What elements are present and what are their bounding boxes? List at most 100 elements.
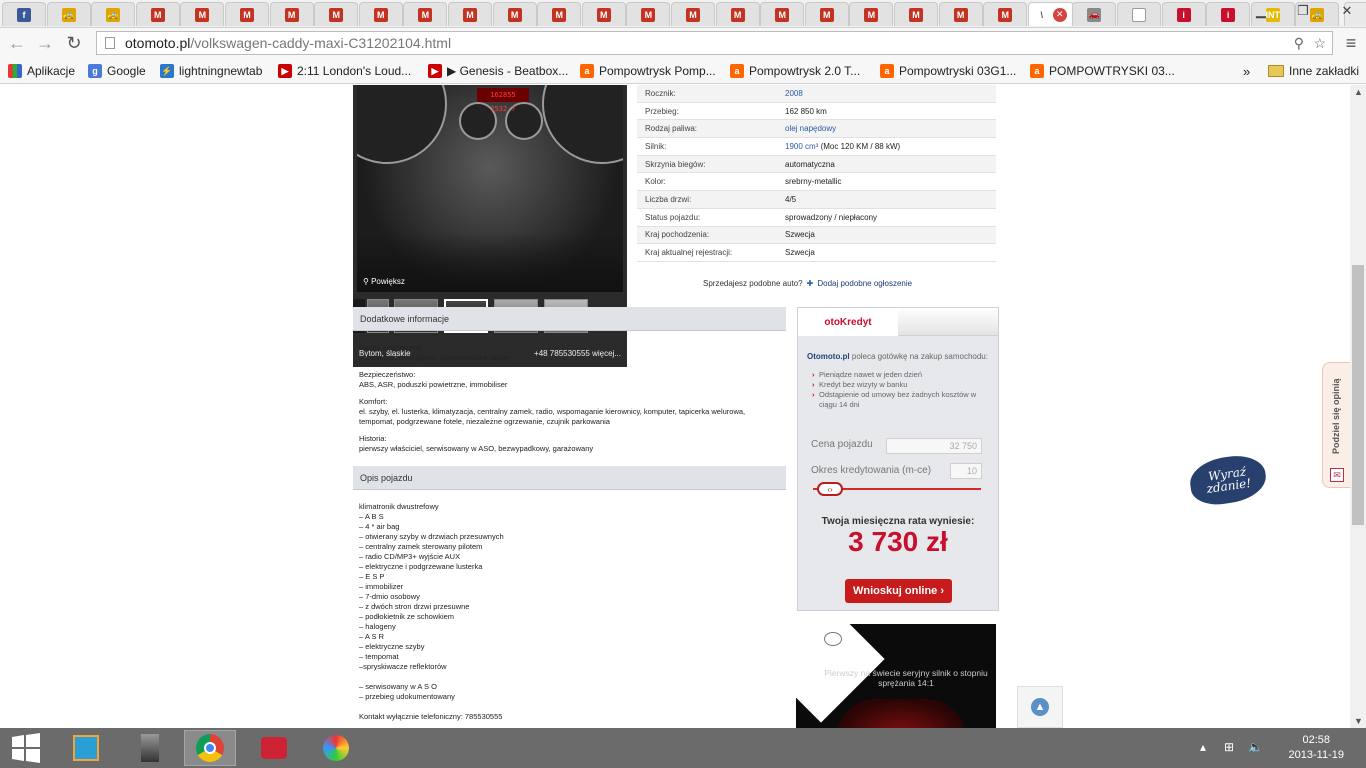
reload-icon[interactable]: ↻: [63, 33, 85, 53]
bookmark-item[interactable]: a Pompowtrysk Pomp...: [580, 62, 716, 80]
tab[interactable]: M: [581, 2, 626, 26]
param-label: Przebieg:: [645, 106, 679, 116]
bookmarks-more[interactable]: »: [1243, 62, 1250, 80]
credit-benefits: Pieniądze nawet w jeden dzień Kredyt bez…: [812, 370, 987, 410]
feedback-badge[interactable]: Wyraź zdanie!: [1187, 451, 1269, 509]
list-item: Odstąpienie od umowy bez żadnych kosztów…: [812, 390, 987, 410]
tab[interactable]: f: [2, 2, 46, 26]
bookmark-item[interactable]: a Pompowtryski 03G1...: [880, 62, 1016, 80]
windows-start-icon[interactable]: [0, 730, 52, 766]
bookmark-item[interactable]: g Google: [88, 62, 146, 80]
media-player-icon[interactable]: [60, 730, 112, 766]
tab[interactable]: M: [448, 2, 492, 26]
tab[interactable]: M: [715, 2, 760, 26]
ad-banner[interactable]: Pierwszy na świecie seryjny silnik o sto…: [796, 624, 996, 728]
menu-icon[interactable]: ≡: [1340, 33, 1362, 53]
period-input[interactable]: 10: [950, 463, 982, 479]
table-row: Kolor: srebrny-metallic: [637, 173, 996, 192]
tab[interactable]: M: [760, 2, 805, 26]
main-photo[interactable]: 162855 2532.7 ⚲ Powiększ: [357, 85, 623, 292]
tab[interactable]: 🚕: [46, 2, 91, 26]
tab[interactable]: M: [492, 2, 537, 26]
credit-tab[interactable]: otoKredyt: [798, 308, 898, 336]
address-bar[interactable]: otomoto.pl/volkswagen-caddy-maxi-C312021…: [96, 31, 1333, 55]
remote-app-icon[interactable]: [248, 730, 300, 766]
network-icon[interactable]: ⊞: [1224, 740, 1234, 754]
brand-logo: [824, 632, 842, 646]
tab[interactable]: M: [849, 2, 894, 26]
search-icon[interactable]: ⚲: [1294, 35, 1304, 52]
tab[interactable]: M: [225, 2, 269, 26]
tab[interactable]: M: [626, 2, 671, 26]
tab[interactable]: M: [358, 2, 403, 26]
tab[interactable]: 🚕: [91, 2, 136, 26]
gmail-icon: M: [775, 7, 790, 22]
arrow-up-icon: ▲: [1031, 698, 1049, 716]
param-label: Kraj pochodzenia:: [645, 230, 710, 240]
close-window-button[interactable]: ✕: [1328, 0, 1366, 22]
param-value[interactable]: 2008: [785, 89, 803, 98]
param-label: Kolor:: [645, 177, 666, 187]
scroll-up-icon[interactable]: ▲: [1354, 87, 1363, 97]
bookmark-item[interactable]: ⚡ lightningnewtab: [160, 62, 262, 80]
bookmark-item[interactable]: a Pompowtrysk 2.0 T...: [730, 62, 860, 80]
gmail-icon: M: [730, 7, 745, 22]
bookmark-item[interactable]: ▶ ▶ Genesis - Beatbox...: [428, 62, 568, 80]
price-input[interactable]: 32 750: [886, 438, 982, 454]
app-tower-icon[interactable]: [124, 730, 176, 766]
app-icon: i: [1221, 7, 1236, 22]
ad-car-image: [836, 699, 966, 728]
param-value[interactable]: olej napędowy: [785, 124, 836, 133]
tab[interactable]: M: [180, 2, 225, 26]
close-tab-icon[interactable]: ✕: [1052, 7, 1067, 22]
tab[interactable]: [1117, 2, 1161, 26]
scroll-to-top-button[interactable]: ▲: [1017, 686, 1063, 728]
tab[interactable]: M: [537, 2, 582, 26]
forward-icon[interactable]: →: [34, 33, 56, 53]
tab[interactable]: i: [1206, 2, 1251, 26]
show-hidden-icons-icon[interactable]: ▴: [1200, 740, 1206, 754]
maximize-button[interactable]: ❐: [1288, 0, 1318, 22]
tab[interactable]: M: [671, 2, 715, 26]
zoom-link[interactable]: ⚲ Powiększ: [363, 277, 405, 286]
bookmark-item[interactable]: a POMPOWTRYSKI 03...: [1030, 62, 1175, 80]
apply-online-button[interactable]: Wnioskuj online ›: [845, 579, 952, 603]
list-item: Kredyt bez wizyty w banku: [812, 380, 987, 390]
tab[interactable]: M: [804, 2, 849, 26]
chrome-icon[interactable]: [184, 730, 236, 766]
tab[interactable]: M: [269, 2, 314, 26]
tab[interactable]: M: [894, 2, 938, 26]
tab-active[interactable]: \ ✕: [1027, 2, 1074, 26]
taskbar: ▴ ⊞ 🔈 02:58 2013-11-19: [0, 728, 1366, 768]
scrollbar-thumb[interactable]: [1352, 265, 1364, 525]
allegro-icon: a: [1030, 64, 1044, 78]
param-label: Liczba drzwi:: [645, 194, 692, 204]
tab[interactable]: i: [1161, 2, 1206, 26]
paint-icon[interactable]: [310, 730, 362, 766]
ad-text: Pierwszy na świecie seryjny silnik o sto…: [824, 668, 988, 688]
param-label: Status pojazdu:: [645, 212, 701, 222]
bookmark-apps[interactable]: Aplikacje: [8, 62, 75, 80]
tab[interactable]: M: [403, 2, 448, 26]
tab[interactable]: M: [938, 2, 983, 26]
star-icon[interactable]: ☆: [1313, 35, 1326, 52]
back-icon[interactable]: ←: [6, 33, 28, 53]
share-opinion-tab[interactable]: Podziel się opinią ✉: [1322, 362, 1350, 488]
tab[interactable]: M: [983, 2, 1028, 26]
period-slider-handle[interactable]: ‹›: [817, 482, 843, 496]
volume-icon[interactable]: 🔈: [1248, 740, 1263, 754]
add-similar-link[interactable]: Dodaj podobne ogłoszenie: [817, 279, 912, 288]
param-label: Kraj aktualnej rejestracji:: [645, 248, 733, 258]
vertical-scrollbar[interactable]: ▲ ▼: [1350, 85, 1366, 728]
description-header: Opis pojazdu: [353, 466, 786, 490]
system-clock[interactable]: 02:58 2013-11-19: [1289, 733, 1344, 763]
bookmark-folder-other[interactable]: Inne zakładki: [1268, 62, 1359, 80]
tab[interactable]: M: [135, 2, 180, 26]
scroll-down-icon[interactable]: ▼: [1354, 716, 1363, 726]
google-icon: g: [88, 64, 102, 78]
minimize-button[interactable]: ▁: [1246, 0, 1276, 22]
tab[interactable]: 🚗: [1072, 2, 1117, 26]
bookmark-item[interactable]: ▶ 2:11 London's Loud...: [278, 62, 411, 80]
plus-icon: ✚: [806, 279, 814, 288]
tab[interactable]: M: [314, 2, 359, 26]
